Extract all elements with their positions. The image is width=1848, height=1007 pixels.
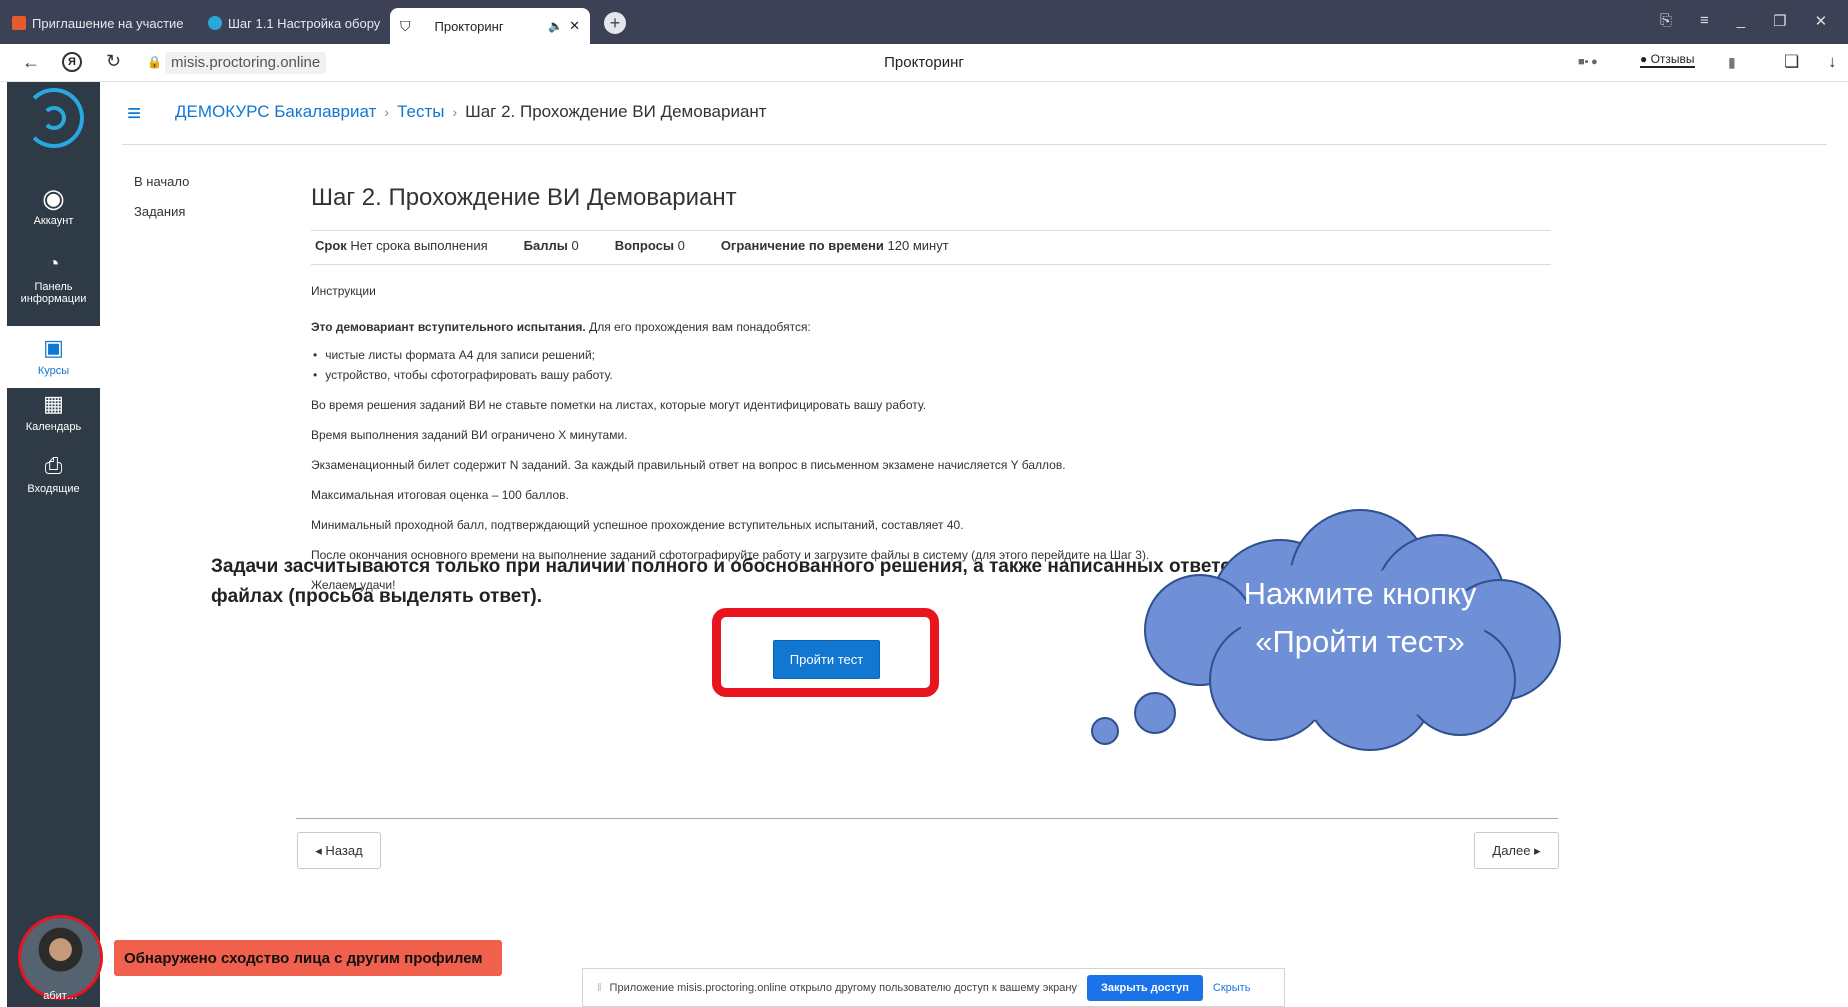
highlight-frame [712,608,939,697]
user-circle-icon: ◉ [42,183,65,213]
sidebar-item-label: Входящие [27,483,80,495]
nav-link-assignments[interactable]: Задания [134,204,185,219]
screen-share-notice: ‖ Приложение misis.proctoring.online отк… [582,968,1285,1007]
meta-time-label: Ограничение по времени [720,238,884,253]
window-controls: ⎘ ≡ _ ❐ ✕ [1660,12,1827,30]
gmail-icon [12,16,26,30]
new-tab-button[interactable]: + [604,12,626,34]
sidebar-item-calendar[interactable]: ▦ Календарь [7,390,100,433]
tab-label: Шаг 1.1 Настройка обору [228,15,381,31]
bookmarks-icon[interactable]: ⎘ [1660,12,1672,30]
breadcrumb-tests[interactable]: Тесты [397,102,444,122]
meta-due-label: Срок [315,238,347,253]
breadcrumb: ДЕМОКУРС Бакалавриат › Тесты › Шаг 2. Пр… [175,102,767,122]
bookmark-icon[interactable]: ▮ [1728,54,1736,71]
address-bar: ← Я ↻ 🔒 misis.proctoring.online Проктори… [0,44,1848,82]
webcam-avatar [18,915,103,1000]
sidebar-item-inbox[interactable]: ⎙ Входящие [7,452,100,495]
sidebar-item-label: Панель информации [20,281,87,305]
paragraph: Время выполнения заданий ВИ ограничено Х… [311,428,628,442]
inbox-icon: ⎙ [44,453,63,478]
breadcrumb-separator-icon: › [384,104,390,120]
close-window-icon[interactable]: ✕ [1815,12,1828,30]
avatar-caption: абит… [43,990,78,1002]
callout-text: Нажмите кнопку «Пройти тест» [1140,570,1580,666]
thought-bubble-large [1134,692,1176,734]
meta-points: Баллы 0 [524,238,579,253]
meta-time: Ограничение по времени 120 минут [721,238,949,253]
browser-tab-bar: Приглашение на участие Шаг 1.1 Настройка… [0,0,1848,44]
face-match-alert: Обнаружено сходство лица с другим профил… [114,940,502,976]
sidebar-item-dashboard[interactable]: ◔ Панель информации [7,250,100,305]
feedback-button[interactable]: ● Отзывы [1640,52,1695,68]
sidebar-item-account[interactable]: ◉ Аккаунт [7,184,100,227]
stop-sharing-button[interactable]: Закрыть доступ [1086,974,1203,1001]
meta-questions-label: Вопросы [614,238,674,253]
meta-questions: Вопросы 0 [615,238,685,253]
drag-handle-icon[interactable]: ‖ [597,982,602,994]
meta-time-value: 120 минут [887,238,949,253]
tab-label: Прокторинг [434,18,504,34]
instructions-label: Инструкции [311,284,376,298]
paragraph: Максимальная итоговая оценка – 100 балло… [311,488,569,502]
paragraph: Экзаменационный билет содержит N заданий… [311,458,1066,472]
calendar-icon: ▦ [43,391,64,416]
shield-icon: ⛉ [400,17,411,34]
page-title: Шаг 2. Прохождение ВИ Демовариант [311,184,737,211]
browser-tab-invite[interactable]: Приглашение на участие [12,8,190,38]
feedback-label: Отзывы [1650,52,1695,66]
breadcrumb-separator-icon: › [452,104,458,120]
breadcrumb-course[interactable]: ДЕМОКУРС Бакалавриат [175,102,376,122]
minimize-icon[interactable]: _ [1737,12,1745,30]
hamburger-icon[interactable]: ≡ [127,100,141,128]
dashboard-icon: ◔ [47,253,60,275]
camera-mic-icon[interactable]: ■▪ ⦁ [1578,56,1597,69]
sidebar-item-label: Курсы [37,365,70,377]
meta-due: Срок Нет срока выполнения [315,238,488,253]
download-icon[interactable]: ↓ [1828,52,1837,72]
close-tab-icon[interactable]: ✕ [569,18,580,34]
list-item: устройство, чтобы сфотографировать вашу … [313,368,613,382]
thought-bubble-medium [1091,717,1119,745]
browser-tab-step1[interactable]: Шаг 1.1 Настройка обору [208,8,386,38]
intro-bold: Это демовариант вступительного испытания… [311,320,586,334]
site-icon [208,16,222,30]
intro-paragraph: Это демовариант вступительного испытания… [311,320,811,334]
divider [311,264,1551,265]
meta-points-value: 0 [571,238,579,253]
divider [122,144,1827,145]
divider [311,230,1551,231]
sidebar-item-courses[interactable]: ▣ Курсы [7,326,100,388]
logo-icon [24,88,84,148]
audio-icon[interactable]: 🔈 [548,19,563,33]
next-button[interactable]: Далее ▸ [1474,832,1559,869]
courses-icon: ▣ [43,335,64,360]
paragraph: Минимальный проходной балл, подтверждающ… [311,518,964,532]
breadcrumb-current: Шаг 2. Прохождение ВИ Демовариант [465,102,767,121]
collections-icon[interactable]: ❏ [1784,52,1799,72]
quiz-meta: Срок Нет срока выполнения Баллы 0 Вопрос… [315,238,949,253]
paragraph: Во время решения заданий ВИ не ставьте п… [311,398,927,412]
restore-icon[interactable]: ❐ [1773,12,1786,30]
meta-points-label: Баллы [523,238,568,253]
tab-label: Приглашение на участие [32,15,184,31]
callout-line-2: «Пройти тест» [1255,624,1465,659]
page-title-bar: Прокторинг [884,54,964,71]
sidebar: ◉ Аккаунт ◔ Панель информации ▣ Курсы ▦ … [7,82,100,1007]
divider [296,818,1558,819]
meta-questions-value: 0 [677,238,685,253]
prev-button[interactable]: ◂ Назад [297,832,381,869]
screen-share-message: Приложение misis.proctoring.online откры… [609,981,1077,994]
list-item: чистые листы формата А4 для записи решен… [313,348,613,362]
browser-tab-proctoring[interactable]: ⛉ Прокторинг 🔈 ✕ [390,8,590,44]
menu-icon[interactable]: ≡ [1700,12,1709,30]
hide-link[interactable]: Скрыть [1213,982,1251,994]
sidebar-item-label: Аккаунт [33,215,74,227]
callout-line-1: Нажмите кнопку [1243,576,1477,611]
meta-due-value: Нет срока выполнения [350,238,488,253]
nav-link-home[interactable]: В начало [134,174,189,189]
intro-rest: Для его прохождения вам понадобятся: [585,320,811,334]
sidebar-item-label: Календарь [25,421,82,433]
requirements-list: чистые листы формата А4 для записи решен… [313,348,613,388]
